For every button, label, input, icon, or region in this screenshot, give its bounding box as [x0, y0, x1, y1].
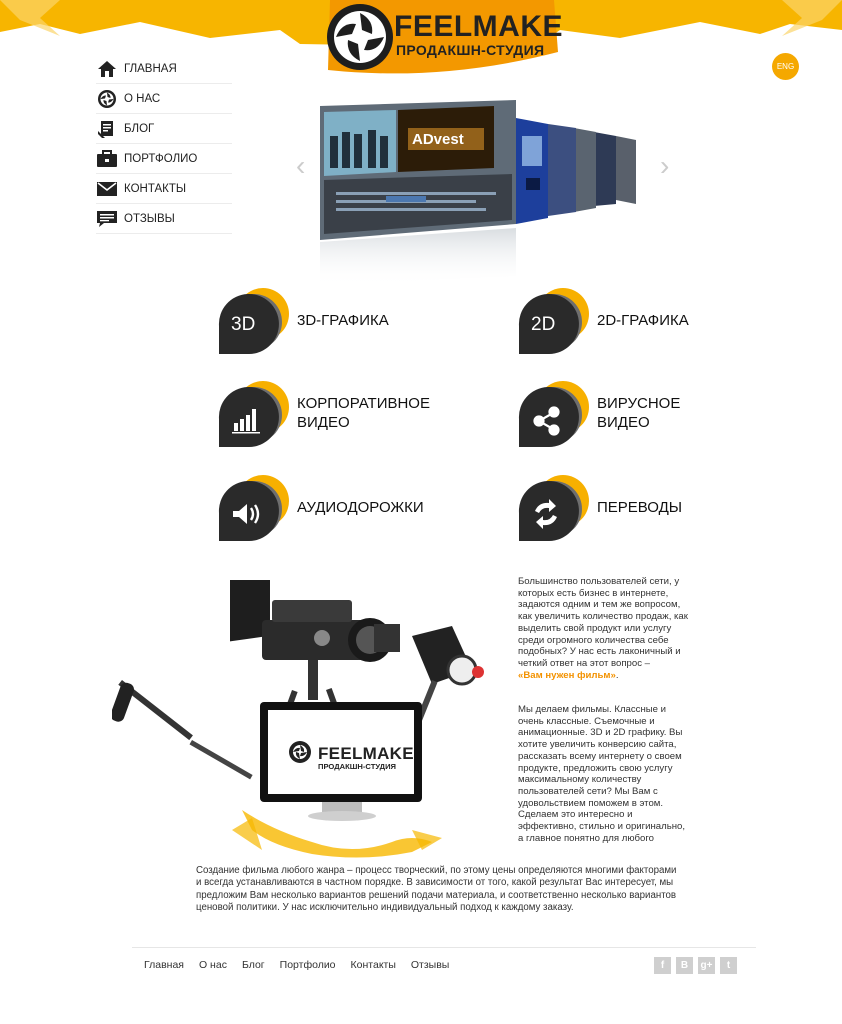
promo-paragraph-1: Большинство пользователей сети, у которы…: [518, 576, 723, 681]
text-line: Сделаем это интересно и: [518, 809, 633, 821]
text-line: среди огромного количества себе: [518, 634, 669, 646]
slider-image: ADvest: [320, 100, 636, 286]
service-2d[interactable]: 2D 2D-ГРАФИКА: [517, 284, 689, 356]
text-line: а главное понятно для любого: [518, 832, 654, 844]
service-viral-label: ВИРУСНОЕ ВИДЕО: [597, 394, 680, 432]
monitor-brand: FEELMAKE: [318, 744, 414, 763]
text-line: рассказать всему интернету о своем: [518, 750, 682, 762]
camera-monitor-art: [110, 565, 484, 858]
service-corporate-line2: ВИДЕО: [297, 414, 350, 431]
text-line: которых есть бизнес в интернете,: [518, 587, 669, 599]
footer-nav: Главная О нас Блог Портфолио Контакты От…: [144, 959, 449, 971]
vkontakte-icon[interactable]: В: [676, 957, 693, 974]
refresh-icon: [517, 471, 591, 543]
nav-item-portfolio[interactable]: ПОРТФОЛИО: [96, 144, 232, 174]
service-badge-2d: 2D: [517, 284, 591, 356]
text-line: Большинство пользователей сети, у: [518, 576, 680, 587]
nav-label: КОНТАКТЫ: [124, 182, 187, 195]
text-line: Мы делаем фильмы. Классные и: [518, 704, 667, 715]
briefcase-icon: [96, 149, 118, 169]
service-translations[interactable]: ПЕРЕВОДЫ: [517, 471, 682, 543]
envelope-icon: [96, 179, 118, 199]
text-line: как увеличить количество продаж, как: [518, 611, 688, 623]
service-2d-label: 2D-ГРАФИКА: [597, 311, 689, 329]
text-line: хотите увеличить конверсию сайта,: [518, 739, 677, 751]
nav-label: О НАС: [124, 92, 161, 105]
bar-chart-icon: [217, 377, 291, 449]
language-button[interactable]: ENG: [772, 53, 799, 80]
twitter-icon[interactable]: t: [720, 957, 737, 974]
service-badge-3d: 3D: [217, 284, 291, 356]
service-viral-line1: ВИРУСНОЕ: [597, 395, 681, 412]
service-corporate-label: КОРПОРАТИВНОЕ ВИДЕО: [297, 394, 430, 432]
nav-item-about[interactable]: О НАС: [96, 84, 232, 114]
slide-caption: ADvest: [412, 131, 464, 148]
badge-2d-text: 2D: [531, 314, 556, 335]
text-line: удовольствием поможем в этом.: [518, 797, 664, 809]
nav-item-reviews[interactable]: ОТЗЫВЫ: [96, 204, 232, 234]
logo-brand: FEELMAKE: [394, 10, 563, 43]
nav-item-contacts[interactable]: КОНТАКТЫ: [96, 174, 232, 204]
text-line: предложим Вам несколько вариантов решени…: [196, 889, 677, 901]
nav-label: ПОРТФОЛИО: [124, 152, 198, 165]
service-3d[interactable]: 3D 3D-ГРАФИКА: [217, 284, 389, 356]
google-plus-icon[interactable]: g+: [698, 957, 715, 974]
text-line: очень классные. Съемочные и: [518, 715, 655, 727]
main-nav: ГЛАВНАЯ О НАС БЛОГ ПОРТФОЛИО КОНТАКТЫ ОТ…: [96, 54, 232, 234]
nav-label: ОТЗЫВЫ: [124, 212, 175, 225]
promo-highlight: «Вам нужен фильм»: [518, 669, 616, 681]
footer-link-portfolio[interactable]: Портфолио: [280, 959, 336, 971]
aperture-icon: [96, 89, 118, 109]
service-viral-video[interactable]: ВИРУСНОЕ ВИДЕО: [517, 377, 680, 449]
home-icon: [96, 59, 118, 79]
facebook-icon[interactable]: f: [654, 957, 671, 974]
text-line: анимационные. 3D и 2D графику. Вы: [518, 727, 683, 739]
text-line: «Вам нужен фильм».: [518, 670, 723, 682]
footer-link-about[interactable]: О нас: [199, 959, 227, 971]
footer-link-contacts[interactable]: Контакты: [351, 959, 396, 971]
text-line: задаются одним и тем же вопросом,: [518, 599, 681, 611]
slider-next-button[interactable]: ›: [660, 152, 669, 180]
blog-icon: [96, 119, 118, 139]
text-line: пользователей сети? Мы Вам с: [518, 785, 658, 797]
service-audio[interactable]: АУДИОДОРОЖКИ: [217, 471, 424, 543]
social-links: f В g+ t: [654, 957, 737, 974]
badge-3d-text: 3D: [231, 314, 256, 335]
hero-slider: ‹ › ADvest: [296, 96, 678, 286]
service-corporate-video[interactable]: КОРПОРАТИВНОЕ ВИДЕО: [217, 377, 430, 449]
service-viral-line2: ВИДЕО: [597, 414, 650, 431]
footer-link-blog[interactable]: Блог: [242, 959, 265, 971]
service-translations-label: ПЕРЕВОДЫ: [597, 498, 683, 516]
speech-bubble-icon: [96, 209, 118, 229]
text-line: эффективно, стильно и оригинально,: [518, 821, 686, 833]
footer-link-reviews[interactable]: Отзывы: [411, 959, 449, 971]
speaker-icon: [217, 471, 291, 543]
text-line: подобных? У нас есть лаконичный и: [518, 646, 681, 658]
share-icon: [517, 377, 591, 449]
text-line: максимальному количеству: [518, 774, 642, 786]
footer-divider: [132, 947, 756, 948]
nav-label: ГЛАВНАЯ: [124, 62, 177, 75]
service-corporate-line1: КОРПОРАТИВНОЕ: [297, 395, 430, 412]
pricing-paragraph: Создание фильма любого жанра – процесс т…: [196, 865, 726, 914]
highlight-end: .: [615, 669, 619, 681]
monitor-subtitle: ПРОДАКШН-СТУДИЯ: [318, 762, 396, 771]
service-audio-label: АУДИОДОРОЖКИ: [297, 498, 424, 516]
nav-item-blog[interactable]: БЛОГ: [96, 114, 232, 144]
text-line: ценовой политики. У нас исключительно ин…: [196, 901, 574, 913]
footer-link-home[interactable]: Главная: [144, 959, 184, 971]
service-3d-label: 3D-ГРАФИКА: [297, 311, 389, 329]
logo-subtitle: ПРОДАКШН-СТУДИЯ: [396, 42, 545, 58]
nav-item-home[interactable]: ГЛАВНАЯ: [96, 54, 232, 84]
text-line: и всегда устанавливаются в частном поряд…: [196, 877, 674, 889]
promo-illustration: FEELMAKE ПРОДАКШН-СТУДИЯ: [110, 565, 502, 860]
nav-label: БЛОГ: [124, 122, 155, 135]
promo-paragraph-2: Мы делаем фильмы. Классные и очень класс…: [518, 704, 723, 844]
text-line: четкий ответ на этот вопрос –: [518, 657, 651, 669]
text-line: Создание фильма любого жанра – процесс т…: [196, 865, 677, 876]
text-line: выделить свой продукт или услугу: [518, 622, 672, 634]
site-logo[interactable]: FEELMAKE ПРОДАКШН-СТУДИЯ: [322, 0, 563, 76]
slider-prev-button[interactable]: ‹: [296, 152, 305, 180]
text-line: продукте, предложить свою услугу: [518, 762, 673, 774]
